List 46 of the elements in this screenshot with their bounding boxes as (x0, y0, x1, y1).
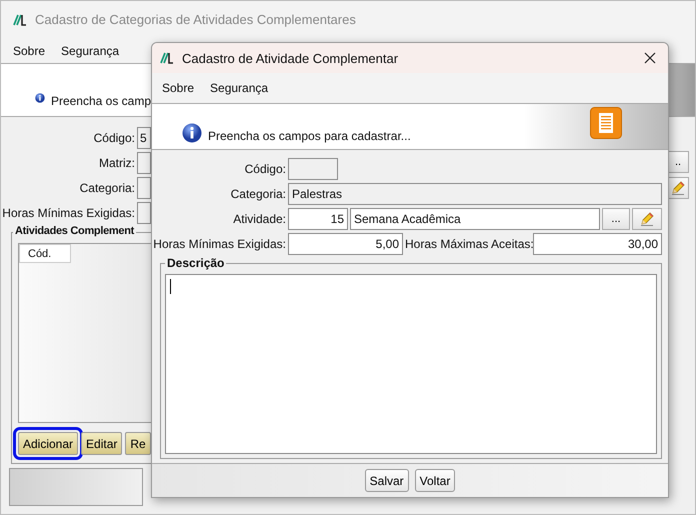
input-field[interactable] (137, 177, 151, 199)
field-label: Código: (244, 162, 286, 176)
pencil-icon (670, 180, 686, 196)
menu-item[interactable]: Segurança (61, 44, 120, 58)
field-label: Matriz: (98, 156, 135, 170)
input-field[interactable] (137, 202, 151, 224)
field-label: Atividade: (232, 212, 286, 226)
logo-icon (160, 52, 174, 64)
field-label: Horas Mínimas Exigidas: (1, 206, 135, 220)
group-title: Atividades Complement (13, 225, 136, 237)
activity-name-field[interactable]: Semana Acadêmica (350, 208, 600, 230)
close-icon (644, 52, 656, 64)
browse-button[interactable]: .. (667, 151, 689, 173)
field-label: Horas Mínimas Exigidas: (152, 237, 286, 251)
action-button[interactable]: Re (125, 432, 151, 455)
field-label: Horas Máximas Aceitas: (405, 237, 531, 251)
info-icon (182, 123, 202, 143)
dialog-button[interactable]: Voltar (414, 469, 456, 492)
document-icon (590, 106, 622, 138)
edit-button[interactable] (667, 177, 689, 199)
text-cursor (170, 279, 171, 294)
min-hours-field[interactable]: 5,00 (288, 233, 403, 255)
menu-item[interactable]: Segurança (210, 81, 268, 95)
input-field[interactable]: 5 (137, 127, 151, 149)
category-field[interactable]: Palestras (288, 183, 662, 205)
field-label: Código: (92, 131, 135, 145)
pencil-icon (639, 211, 655, 227)
edit-button[interactable] (632, 208, 662, 230)
info-text: Preencha os campos para cadastrar... (208, 129, 411, 143)
menu-item[interactable]: Sobre (162, 81, 194, 95)
dialog-button[interactable]: Salvar (364, 469, 409, 492)
activity-code-field[interactable]: 15 (288, 208, 348, 230)
logo-icon (13, 14, 27, 26)
info-text: Preencha os camp (50, 94, 151, 108)
window-title: Cadastro de Categorias de Atividades Complementares (35, 12, 356, 27)
code-field[interactable] (288, 158, 338, 180)
menu-item[interactable]: Sobre (13, 44, 46, 58)
group-title: Descrição (165, 256, 226, 270)
browse-button[interactable]: ... (602, 208, 630, 230)
field-label: Categoria: (78, 181, 135, 195)
input-field[interactable] (137, 152, 151, 174)
max-hours-field[interactable]: 30,00 (533, 233, 662, 255)
column-header[interactable]: Cód. (19, 244, 71, 263)
dialog-title: Cadastro de Atividade Complementar (182, 50, 398, 66)
action-button[interactable]: Editar (81, 432, 122, 455)
field-label: Categoria: (230, 187, 286, 201)
